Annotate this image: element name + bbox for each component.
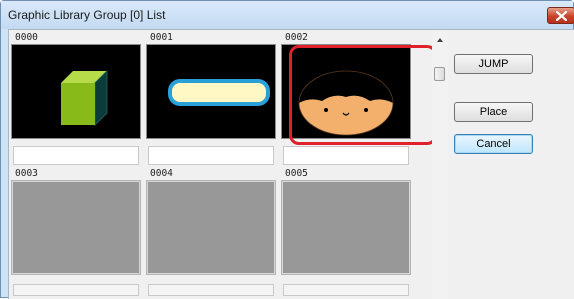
vertical-scrollbar[interactable] [432,30,448,299]
tile-number: 0003 [15,168,38,179]
graphic-name-field[interactable] [283,146,409,165]
title-bar[interactable]: Graphic Library Group [0] List [1,1,574,29]
close-icon [556,11,567,21]
graphic-tile-0005[interactable]: 0005 [281,168,411,299]
thumbnail[interactable] [146,44,276,139]
tile-number: 0005 [285,168,308,179]
arrow-up-icon [437,38,443,42]
tile-number: 0000 [15,32,38,43]
empty-thumbnail[interactable] [281,180,411,275]
graphic-tile-0000[interactable]: 0000 [11,32,141,168]
empty-thumbnail[interactable] [146,180,276,275]
tile-number: 0001 [150,32,173,43]
scroll-thumb[interactable] [434,67,445,81]
green-cube-graphic [61,69,108,127]
rounded-bar-graphic [168,79,270,106]
jump-button[interactable]: JUMP [454,54,533,74]
tile-number: 0004 [150,168,173,179]
scroll-up-button[interactable] [432,32,448,48]
place-button[interactable]: Place [454,102,533,122]
empty-thumbnail[interactable] [11,180,141,275]
window-title: Graphic Library Group [0] List [8,8,166,22]
graphic-name-field[interactable] [148,284,274,296]
graphic-grid: 0000 0001 0002 0003 0004 0005 [10,30,432,299]
graphic-tile-0001[interactable]: 0001 [146,32,276,168]
graphic-tile-0003[interactable]: 0003 [11,168,141,299]
graphic-name-field[interactable] [283,284,409,296]
thumbnail[interactable] [11,44,141,139]
cartoon-face-graphic [298,69,394,136]
graphic-name-field[interactable] [13,284,139,296]
dialog-body: 0000 0001 0002 0003 0004 0005 JUMP Place… [8,29,574,299]
cancel-button[interactable]: Cancel [454,134,533,154]
graphic-library-dialog: Graphic Library Group [0] List 0000 0001… [0,0,574,299]
graphic-tile-0004[interactable]: 0004 [146,168,276,299]
graphic-name-field[interactable] [148,146,274,165]
tile-number: 0002 [285,32,308,43]
close-button[interactable] [547,7,574,24]
graphic-name-field[interactable] [13,146,139,165]
thumbnail[interactable] [281,44,411,139]
graphic-tile-0002[interactable]: 0002 [281,32,411,168]
